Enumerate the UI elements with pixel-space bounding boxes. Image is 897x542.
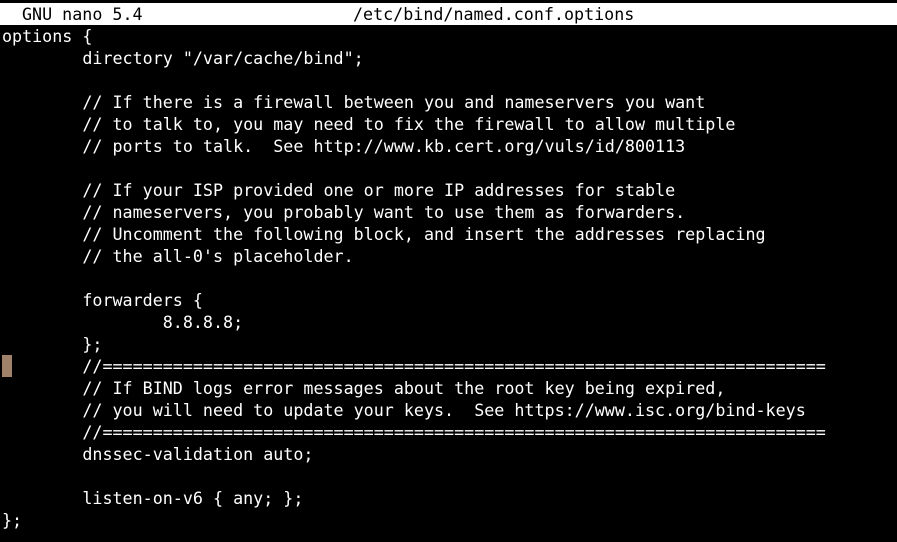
editor-line-15[interactable]: }; (2, 333, 897, 355)
editor-line-20[interactable]: dnssec-validation auto; (2, 443, 897, 465)
editor-line-7[interactable] (2, 157, 897, 179)
editor-line-2[interactable]: directory "/var/cache/bind"; (2, 47, 897, 69)
editor-line-21[interactable] (2, 465, 897, 487)
editor-line-17[interactable]: // If BIND logs error messages about the… (2, 377, 897, 399)
editor-line-5[interactable]: // to talk to, you may need to fix the f… (2, 113, 897, 135)
editor-line-22[interactable]: listen-on-v6 { any; }; (2, 487, 897, 509)
editor-line-19[interactable]: //======================================… (2, 421, 897, 443)
editor-line-12[interactable] (2, 267, 897, 289)
nano-titlebar: GNU nano 5.4 /etc/bind/named.conf.option… (0, 3, 897, 25)
editor-line-1[interactable]: options { (2, 25, 897, 47)
editor-line-9[interactable]: // nameservers, you probably want to use… (2, 201, 897, 223)
editor-line-10[interactable]: // Uncomment the following block, and in… (2, 223, 897, 245)
editor-line-14[interactable]: 8.8.8.8; (2, 311, 897, 333)
editor-line-3[interactable] (2, 69, 897, 91)
editor-line-6[interactable]: // ports to talk. See http://www.kb.cert… (2, 135, 897, 157)
editor-app-version: GNU nano 5.4 (22, 4, 143, 24)
editor-line-8[interactable]: // If your ISP provided one or more IP a… (2, 179, 897, 201)
editor-line-13[interactable]: forwarders { (2, 289, 897, 311)
editor-line-18[interactable]: // you will need to update your keys. Se… (2, 399, 897, 421)
open-file-path: /etc/bind/named.conf.options (353, 4, 635, 24)
editor-line-4[interactable]: // If there is a firewall between you an… (2, 91, 897, 113)
text-editor-area[interactable]: options { directory "/var/cache/bind"; /… (2, 25, 897, 542)
editor-line-11[interactable]: // the all-0's placeholder. (2, 245, 897, 267)
editor-line-23[interactable]: }; (2, 509, 897, 531)
text-cursor (2, 355, 12, 377)
editor-line-16[interactable]: //======================================… (2, 355, 897, 377)
